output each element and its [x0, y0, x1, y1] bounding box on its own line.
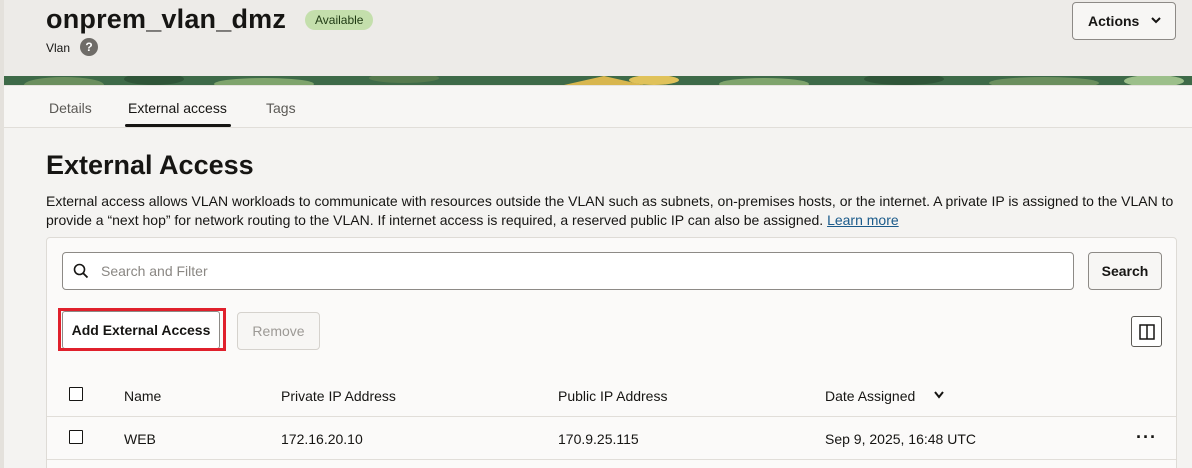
actions-label: Actions	[1088, 13, 1140, 29]
section-title: External Access	[46, 150, 254, 180]
remove-button[interactable]: Remove	[237, 312, 320, 350]
manage-columns-button[interactable]	[1131, 316, 1162, 347]
section-description: External access allows VLAN workloads to…	[46, 192, 1176, 230]
description-text: External access allows VLAN workloads to…	[46, 193, 1174, 228]
external-access-panel: Search Add External Access Remove Name P…	[46, 237, 1177, 468]
decorative-banner	[4, 76, 1192, 85]
add-external-access-button[interactable]: Add External Access	[62, 311, 220, 349]
column-header-private-ip[interactable]: Private IP Address	[281, 388, 396, 404]
actions-menu-button[interactable]: Actions	[1072, 2, 1176, 40]
question-circle-icon[interactable]: ?	[80, 38, 98, 56]
search-field[interactable]	[62, 252, 1074, 290]
columns-icon	[1139, 324, 1155, 340]
tab-details[interactable]: Details	[49, 100, 92, 116]
cell-private-ip: 172.16.20.10	[281, 431, 363, 447]
cell-name: WEB	[124, 431, 156, 447]
resource-header: onprem_vlan_dmz Available Vlan ? Actions	[4, 0, 1192, 85]
search-input[interactable]	[101, 253, 1061, 289]
search-button[interactable]: Search	[1088, 252, 1162, 290]
status-badge: Available	[305, 10, 374, 30]
cell-public-ip: 170.9.25.115	[558, 431, 639, 447]
table-row[interactable]: WEB 172.16.20.10 170.9.25.115 Sep 9, 202…	[47, 418, 1176, 460]
column-header-name[interactable]: Name	[124, 388, 161, 404]
select-all-checkbox[interactable]	[69, 387, 83, 401]
search-icon	[73, 263, 89, 279]
table-header-row: Name Private IP Address Public IP Addres…	[47, 375, 1176, 417]
tab-tags[interactable]: Tags	[266, 100, 296, 116]
tab-external-access[interactable]: External access	[128, 100, 227, 116]
cell-date-assigned: Sep 9, 2025, 16:48 UTC	[825, 431, 976, 447]
learn-more-link[interactable]: Learn more	[827, 212, 899, 228]
chevron-down-icon	[1151, 17, 1161, 24]
page-title: onprem_vlan_dmz	[46, 4, 287, 34]
sort-descending-icon[interactable]	[933, 390, 945, 400]
column-header-date-assigned[interactable]: Date Assigned	[825, 388, 915, 404]
more-actions-icon[interactable]: ···	[1136, 428, 1157, 446]
active-tab-indicator	[125, 124, 231, 127]
row-checkbox[interactable]	[69, 430, 83, 444]
resource-type-label: Vlan	[46, 41, 71, 55]
column-header-public-ip[interactable]: Public IP Address	[558, 388, 667, 404]
tab-bar: Details External access Tags	[4, 85, 1192, 128]
